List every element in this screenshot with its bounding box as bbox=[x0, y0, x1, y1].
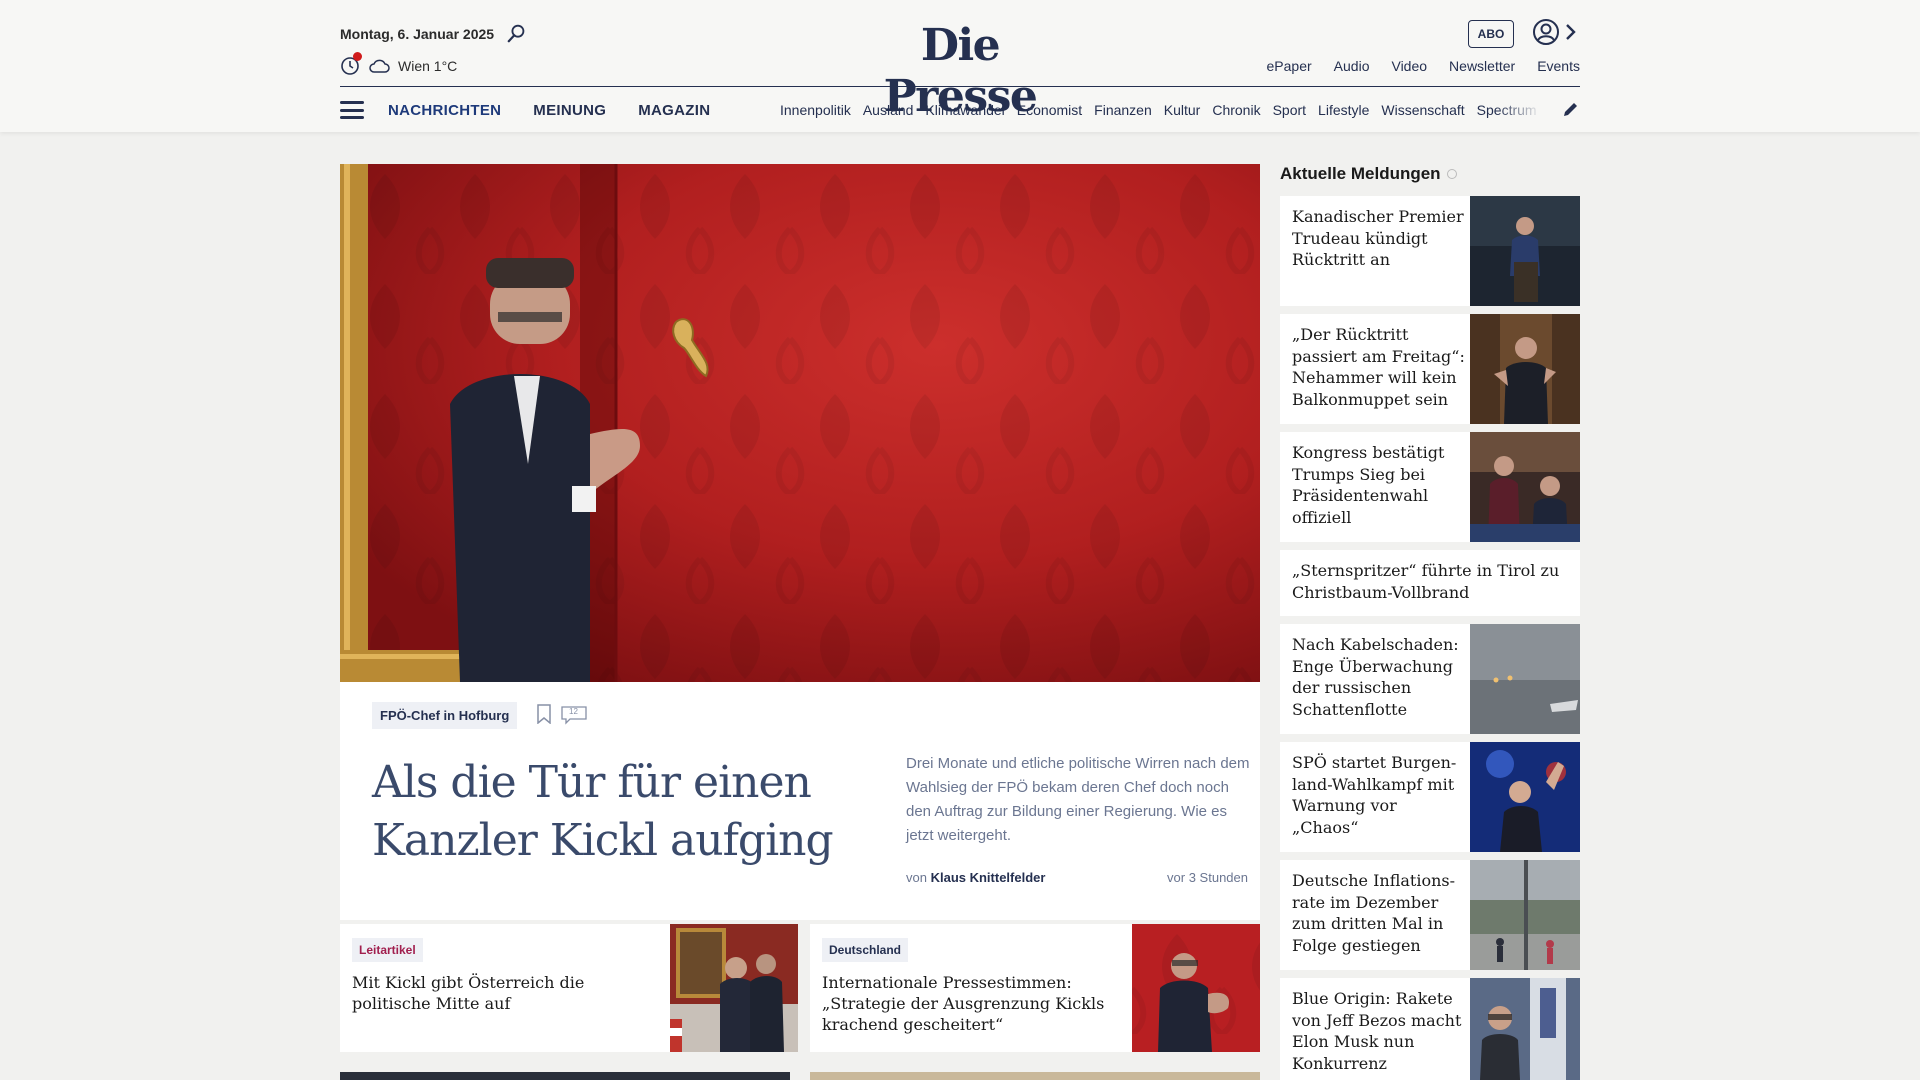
menu-icon[interactable] bbox=[340, 101, 364, 119]
search-icon[interactable] bbox=[506, 22, 528, 44]
weather-text: Wien 1°C bbox=[398, 58, 458, 74]
publish-time: vor 3 Stunden bbox=[1167, 870, 1248, 885]
news-item[interactable]: Kanadischer Premier Trudeau kündigt Rück… bbox=[1280, 196, 1580, 306]
news-item[interactable]: „Sternspritzer“ führte in Tirol zu Chris… bbox=[1280, 550, 1580, 616]
chevron-right-icon[interactable] bbox=[1564, 22, 1578, 42]
teaser-title[interactable]: Internationale Pressestimmen: „Strategie… bbox=[822, 972, 1122, 1035]
subnav-klimawandel[interactable]: Klimawandel bbox=[925, 102, 1004, 118]
link-video[interactable]: Video bbox=[1391, 58, 1427, 74]
news-item[interactable]: Nach Kabelschaden: Enge Überwachung der … bbox=[1280, 624, 1580, 734]
news-item-title[interactable]: Nach Kabelschaden: Enge Überwachung der … bbox=[1292, 634, 1468, 720]
link-epaper[interactable]: ePaper bbox=[1267, 58, 1312, 74]
nav-meinung[interactable]: MEINUNG bbox=[533, 102, 606, 119]
subnav-spectrum[interactable]: Spectrum bbox=[1477, 102, 1537, 118]
sidebar-heading-text: Aktuelle Meldungen bbox=[1280, 164, 1441, 183]
cloud-icon bbox=[369, 59, 390, 73]
sidebar-heading: Aktuelle Meldungen bbox=[1280, 164, 1457, 184]
teaser-card[interactable]: Leitartikel Mit Kickl gibt Österreich di… bbox=[340, 924, 798, 1052]
news-item-title[interactable]: SPÖ startet Burgen-land-Wahlkampf mit Wa… bbox=[1292, 752, 1468, 838]
byline: von Klaus Knittelfelder bbox=[906, 870, 1045, 885]
subnav-wissenschaft[interactable]: Wissenschaft bbox=[1381, 102, 1464, 118]
site-header: Montag, 6. Januar 2025 Wien 1°C Die Pres… bbox=[0, 0, 1920, 132]
teaser-tag[interactable]: Deutschland bbox=[822, 938, 909, 962]
teaser-image[interactable] bbox=[1132, 924, 1260, 1052]
news-item-image[interactable] bbox=[1470, 978, 1580, 1080]
link-audio[interactable]: Audio bbox=[1334, 58, 1370, 74]
news-item-image[interactable] bbox=[1470, 432, 1580, 542]
teaser-image-strip bbox=[340, 1072, 790, 1080]
sub-navigation: Innenpolitik Ausland Klimawandel Economi… bbox=[780, 102, 1542, 118]
teaser-card[interactable]: Deutschland Internationale Pressestimmen… bbox=[810, 924, 1260, 1052]
news-item-image[interactable] bbox=[1470, 860, 1580, 970]
news-item-title[interactable]: „Sternspritzer“ führte in Tirol zu Chris… bbox=[1292, 560, 1562, 603]
author-link[interactable]: Klaus Knittelfelder bbox=[931, 870, 1046, 885]
news-item[interactable]: Kongress bestätigt Trumps Sieg bei Präsi… bbox=[1280, 432, 1580, 542]
pencil-icon[interactable] bbox=[1562, 100, 1580, 118]
hero-headline[interactable]: Als die Tür für einen Kanzler Kickl aufg… bbox=[372, 754, 872, 870]
main-navigation: NACHRICHTEN MEINUNG MAGAZIN Innenpolitik… bbox=[340, 96, 1580, 124]
news-item-image[interactable] bbox=[1470, 314, 1580, 424]
teaser-image[interactable] bbox=[670, 924, 798, 1052]
subnav-chronik[interactable]: Chronik bbox=[1212, 102, 1260, 118]
news-item-title[interactable]: Blue Origin: Rakete von Jeff Bezos macht… bbox=[1292, 988, 1468, 1074]
subnav-economist[interactable]: Economist bbox=[1017, 102, 1082, 118]
news-item[interactable]: Deutsche Inflations-rate im Dezember zum… bbox=[1280, 860, 1580, 970]
news-item[interactable]: Blue Origin: Rakete von Jeff Bezos macht… bbox=[1280, 978, 1580, 1080]
teaser-image-strip bbox=[810, 1072, 1260, 1080]
current-date: Montag, 6. Januar 2025 bbox=[340, 26, 495, 42]
nav-magazin[interactable]: MAGAZIN bbox=[638, 102, 710, 119]
teaser-title[interactable]: Mit Kickl gibt Österreich die politische… bbox=[352, 972, 658, 1014]
news-item[interactable]: „Der Rücktritt passiert am Freitag“: Neh… bbox=[1280, 314, 1580, 424]
hero-article[interactable]: FPÖ-Chef in Hofburg 12 Als die Tür für e… bbox=[340, 164, 1260, 920]
user-account-icon[interactable] bbox=[1532, 18, 1560, 46]
subnav-finanzen[interactable]: Finanzen bbox=[1094, 102, 1152, 118]
news-item-image[interactable] bbox=[1470, 742, 1580, 852]
news-item-image[interactable] bbox=[1470, 196, 1580, 306]
news-item-title[interactable]: Kongress bestätigt Trumps Sieg bei Präsi… bbox=[1292, 442, 1468, 528]
nav-nachrichten[interactable]: NACHRICHTEN bbox=[388, 102, 501, 119]
link-newsletter[interactable]: Newsletter bbox=[1449, 58, 1515, 74]
weather-widget[interactable]: Wien 1°C bbox=[340, 52, 458, 76]
teaser-tag[interactable]: Leitartikel bbox=[352, 938, 423, 962]
notification-dot bbox=[353, 52, 362, 61]
abo-button[interactable]: ABO bbox=[1468, 20, 1514, 48]
subnav-kultur[interactable]: Kultur bbox=[1164, 102, 1201, 118]
comment-count: 12 bbox=[569, 707, 578, 716]
hero-lead-text: Drei Monate und etliche politische Wirre… bbox=[906, 755, 1250, 844]
news-item-title[interactable]: Kanadischer Premier Trudeau kündigt Rück… bbox=[1292, 206, 1468, 271]
news-item[interactable]: SPÖ startet Burgen-land-Wahlkampf mit Wa… bbox=[1280, 742, 1580, 852]
subnav-sport[interactable]: Sport bbox=[1273, 102, 1306, 118]
top-links: ePaper Audio Video Newsletter Events bbox=[1267, 58, 1580, 74]
news-item-image[interactable] bbox=[1470, 624, 1580, 734]
comment-count-badge[interactable]: 12 bbox=[560, 705, 588, 725]
subnav-ausland[interactable]: Ausland bbox=[863, 102, 914, 118]
subnav-innenpolitik[interactable]: Innenpolitik bbox=[780, 102, 851, 118]
hero-tag[interactable]: FPÖ-Chef in Hofburg bbox=[372, 702, 518, 729]
subnav-lifestyle[interactable]: Lifestyle bbox=[1318, 102, 1369, 118]
bookmark-icon[interactable] bbox=[536, 704, 552, 724]
byline-prefix: von bbox=[906, 870, 927, 885]
news-item-title[interactable]: „Der Rücktritt passiert am Freitag“: Neh… bbox=[1292, 324, 1468, 410]
header-divider bbox=[340, 86, 1580, 87]
live-indicator-icon bbox=[1446, 169, 1457, 179]
hero-image[interactable] bbox=[340, 164, 1260, 682]
link-events[interactable]: Events bbox=[1537, 58, 1580, 74]
news-item-title[interactable]: Deutsche Inflations-rate im Dezember zum… bbox=[1292, 870, 1468, 956]
notification-icon[interactable] bbox=[340, 52, 362, 76]
